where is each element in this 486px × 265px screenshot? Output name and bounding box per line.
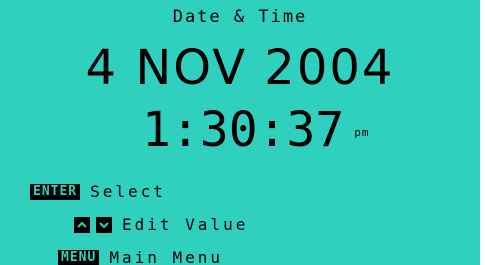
enter-key[interactable]: ENTER: [30, 184, 81, 200]
down-arrow-icon[interactable]: [96, 217, 112, 233]
menu-key[interactable]: MENU: [58, 250, 100, 265]
enter-key-label: Select: [90, 182, 166, 201]
help-menu-row: MENU Main Menu: [58, 247, 223, 265]
up-arrow-icon[interactable]: [74, 217, 90, 233]
help-enter-row: ENTER Select: [30, 181, 166, 203]
help-arrows-row: Edit Value: [74, 214, 248, 236]
arrows-label: Edit Value: [122, 215, 249, 234]
lcd-display: Date & Time 4 NOV 2004 1:30:37 pm ENTER …: [0, 0, 480, 265]
time-display: 1:30:37: [142, 102, 345, 158]
ampm-indicator: pm: [354, 126, 370, 139]
time-row: 1:30:37 pm: [142, 100, 370, 160]
date-display: 4 NOV 2004: [85, 40, 395, 96]
menu-key-label: Main Menu: [109, 248, 224, 265]
screen-title: Date & Time: [172, 7, 308, 27]
